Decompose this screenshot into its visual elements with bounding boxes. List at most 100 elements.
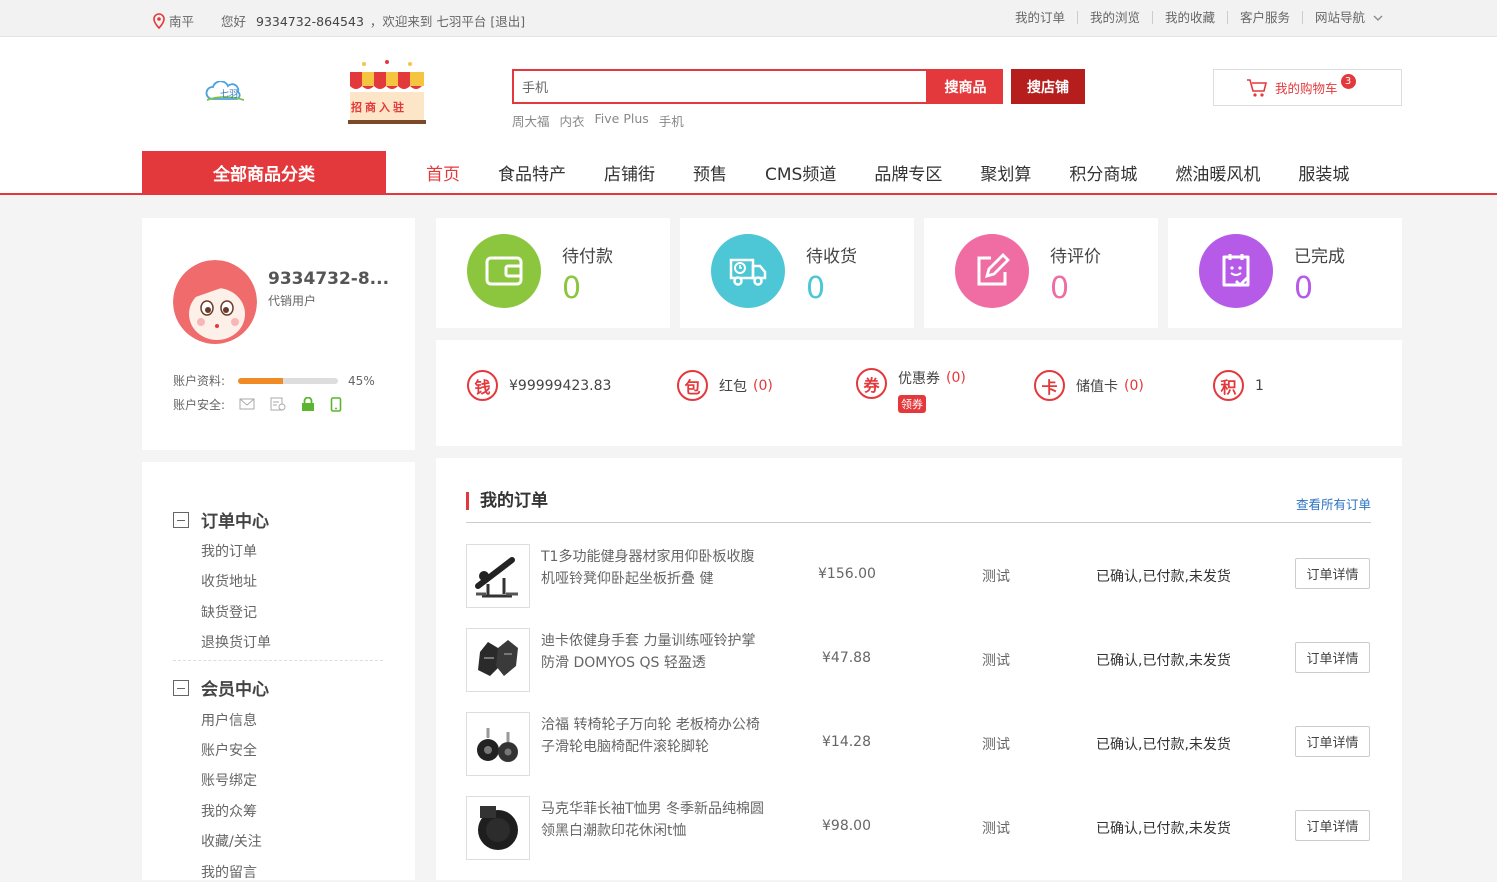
view-all-orders-link[interactable]: 查看所有订单: [1296, 494, 1371, 513]
nav-item-points-mall[interactable]: 积分商城: [1050, 160, 1156, 185]
coupon-label: 优惠券: [898, 370, 940, 387]
nav-item-shop-street[interactable]: 店铺街: [585, 160, 674, 185]
coupon-count: (0): [946, 369, 966, 386]
product-thumbnail[interactable]: [466, 712, 530, 776]
avatar[interactable]: [173, 260, 257, 344]
account-info-progress-fill: [238, 377, 284, 384]
product-thumbnail[interactable]: [466, 544, 530, 608]
stat-pending-receipt[interactable]: 待收货 0: [680, 218, 914, 328]
money-icon: 钱: [467, 370, 498, 401]
asset-red-packet[interactable]: 包 红包 (0): [677, 370, 773, 401]
asset-stored-value-card[interactable]: 卡 储值卡 (0): [1034, 370, 1144, 401]
shopping-cart-icon: [1247, 78, 1268, 97]
asset-points[interactable]: 积 1: [1213, 370, 1264, 401]
stat-pending-review[interactable]: 待评价 0: [924, 218, 1158, 328]
email-icon[interactable]: [239, 397, 255, 411]
order-seller: 测试: [982, 653, 1010, 669]
order-status: 已确认,已付款,未发货: [1096, 821, 1231, 837]
sidebar-item-favorites[interactable]: 收藏/关注: [201, 831, 262, 851]
nav-item-heater[interactable]: 燃油暖风机: [1156, 160, 1279, 185]
sidebar-item-user-info[interactable]: 用户信息: [201, 710, 257, 730]
nav-item-food[interactable]: 食品特产: [479, 160, 585, 185]
menu-divider: [173, 660, 383, 661]
top-link-customer-service[interactable]: 客户服务: [1226, 11, 1302, 24]
location-text: 南平: [169, 14, 195, 29]
get-coupon-badge[interactable]: 领券: [898, 395, 926, 413]
order-status: 已确认,已付款,未发货: [1096, 737, 1231, 753]
header: 七羽 招商入驻 搜商品 搜店铺 周大福 内衣 Five Plus 手机 我的购物…: [0, 37, 1497, 153]
search-goods-button[interactable]: 搜商品: [928, 69, 1003, 104]
avatar-face-icon: [173, 260, 257, 344]
hot-word[interactable]: Five Plus: [595, 111, 649, 130]
all-categories-button[interactable]: 全部商品分类: [142, 151, 386, 193]
points-value: 1: [1255, 377, 1264, 394]
menu-section-label: 订单中心: [201, 512, 269, 532]
welcome-text[interactable]: ，欢迎来到 七羽平台 [退出]: [370, 14, 525, 29]
sidebar-item-address[interactable]: 收货地址: [201, 571, 257, 591]
sidebar-menu: 订单中心 我的订单 收货地址 缺货登记 退换货订单 会员中心 用户信息 账户安全…: [142, 462, 415, 882]
order-detail-button[interactable]: 订单详情: [1295, 726, 1370, 757]
top-link-site-nav[interactable]: 网站导航: [1302, 11, 1395, 24]
sidebar-item-messages[interactable]: 我的留言: [201, 862, 257, 882]
nav-item-cms[interactable]: CMS频道: [746, 160, 855, 185]
product-name[interactable]: T1多功能健身器材家用仰卧板收腹机哑铃凳仰卧起坐板折叠 健: [541, 546, 766, 590]
order-detail-button[interactable]: 订单详情: [1295, 642, 1370, 673]
asset-balance[interactable]: 钱 ¥99999423.83: [467, 370, 611, 401]
top-link-my-favorites[interactable]: 我的收藏: [1151, 11, 1227, 24]
id-card-icon[interactable]: [270, 397, 286, 411]
account-info-percent: 45%: [348, 373, 375, 388]
stat-label: 已完成: [1294, 247, 1345, 267]
sidebar-item-out-of-stock[interactable]: 缺货登记: [201, 602, 257, 622]
stat-completed[interactable]: 已完成 0: [1168, 218, 1402, 328]
sidebar-item-account-binding[interactable]: 账号绑定: [201, 770, 257, 790]
delivery-truck-icon: [729, 258, 767, 286]
card-icon: 卡: [1034, 370, 1065, 401]
nav-item-presale[interactable]: 预售: [674, 160, 746, 185]
order-detail-button[interactable]: 订单详情: [1295, 558, 1370, 589]
table-row: 迪卡侬健身手套 力量训练哑铃护掌防滑 DOMYOS QS 轻盈透 ¥47.88 …: [466, 628, 1371, 692]
collapse-icon: [173, 511, 189, 528]
search-input[interactable]: [514, 71, 926, 102]
order-detail-button[interactable]: 订单详情: [1295, 810, 1370, 841]
menu-section-order-center[interactable]: 订单中心: [173, 507, 269, 532]
product-name[interactable]: 马克华菲长袖T恤男 冬季新品纯棉圆领黑白潮款印花休闲t恤: [541, 798, 766, 842]
nav-item-home[interactable]: 首页: [407, 160, 479, 185]
mobile-phone-icon[interactable]: [330, 397, 342, 412]
nav-item-brand[interactable]: 品牌专区: [855, 160, 961, 185]
sidebar-item-returns[interactable]: 退换货订单: [201, 632, 271, 652]
order-seller: 测试: [982, 821, 1010, 837]
product-thumbnail[interactable]: [466, 628, 530, 692]
top-bar: 南平 您好 9334732-864543 ，欢迎来到 七羽平台 [退出] 我的订单…: [0, 0, 1497, 37]
account-info-label: 账户资料:: [173, 374, 226, 388]
hot-word[interactable]: 周大福: [512, 111, 550, 130]
table-row: 洽福 转椅轮子万向轮 老板椅办公椅子滑轮电脑椅配件滚轮脚轮 ¥14.28 测试 …: [466, 712, 1371, 776]
lock-icon[interactable]: [301, 397, 315, 412]
hot-word[interactable]: 内衣: [560, 111, 585, 130]
red-packet-count: (0): [753, 377, 773, 394]
location[interactable]: 南平: [153, 11, 194, 30]
card-label: 储值卡: [1076, 378, 1118, 395]
cart-button[interactable]: 我的购物车 3: [1213, 69, 1402, 106]
product-name[interactable]: 迪卡侬健身手套 力量训练哑铃护掌防滑 DOMYOS QS 轻盈透: [541, 630, 766, 674]
merchant-join-text: 招商入驻: [351, 101, 407, 114]
nav-item-group-buy[interactable]: 聚划算: [961, 160, 1050, 185]
sidebar-item-account-security[interactable]: 账户安全: [201, 740, 257, 760]
order-price: ¥98.00: [822, 818, 871, 834]
stat-value: 0: [562, 271, 582, 306]
sidebar-item-crowdfunding[interactable]: 我的众筹: [201, 801, 257, 821]
stat-pending-payment[interactable]: 待付款 0: [436, 218, 670, 328]
product-thumbnail[interactable]: [466, 796, 530, 860]
site-nav-label: 网站导航: [1315, 10, 1366, 25]
product-name[interactable]: 洽福 转椅轮子万向轮 老板椅办公椅子滑轮电脑椅配件滚轮脚轮: [541, 714, 766, 758]
site-logo[interactable]: 七羽: [204, 80, 246, 107]
merchant-join-banner[interactable]: 招商入驻: [344, 58, 430, 126]
search-shop-button[interactable]: 搜店铺: [1011, 69, 1085, 104]
orders-divider: [466, 522, 1371, 523]
top-link-my-orders[interactable]: 我的订单: [1003, 11, 1077, 24]
sidebar-item-my-orders[interactable]: 我的订单: [201, 541, 257, 561]
hot-word[interactable]: 手机: [659, 111, 684, 130]
top-link-my-history[interactable]: 我的浏览: [1076, 11, 1152, 24]
menu-section-member-center[interactable]: 会员中心: [173, 675, 269, 700]
nav-item-clothing[interactable]: 服装城: [1279, 160, 1368, 185]
chevron-down-icon: [1373, 15, 1383, 21]
